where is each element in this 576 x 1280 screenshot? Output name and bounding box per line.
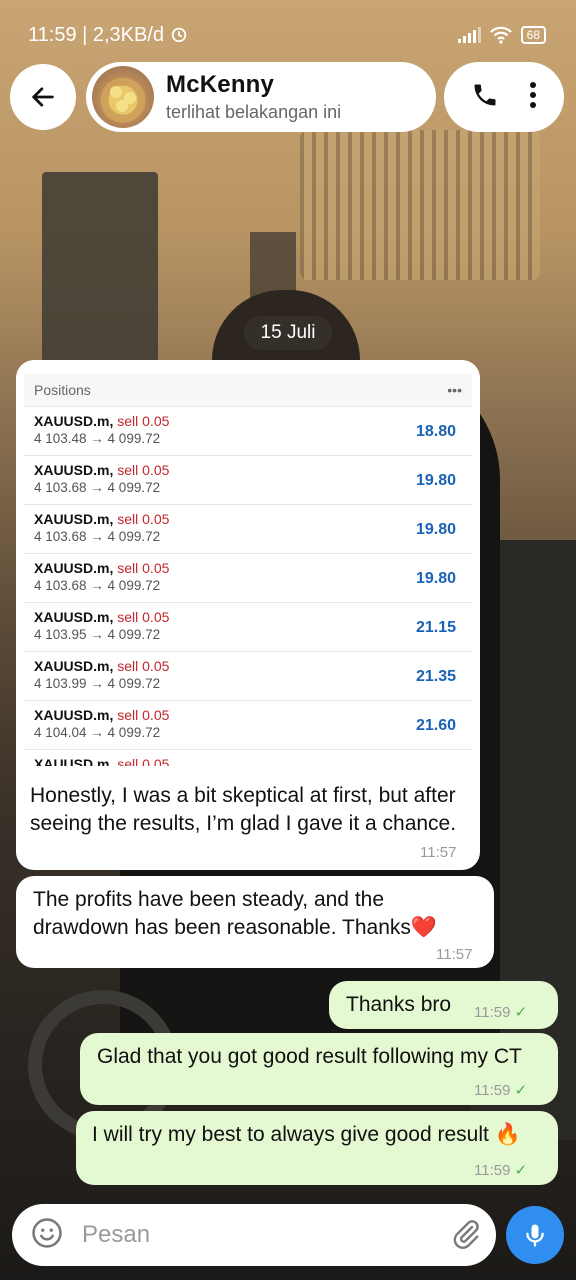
call-button[interactable] xyxy=(471,81,499,114)
position-prices: 4 103.48 → 4 099.72 xyxy=(34,431,161,446)
header-actions xyxy=(444,62,564,132)
message-text: Honestly, I was a bit skeptical at first… xyxy=(30,784,457,835)
position-row: XAUUSD.m, sell 0.05 4 103.48 → 4 099.72 18… xyxy=(24,406,472,455)
date-separator: 15 Juli xyxy=(244,316,332,350)
position-profit: 19.80 xyxy=(415,472,456,489)
message-time: 11:57 xyxy=(436,946,473,963)
position-symbol: XAUUSD.m, sell 0.05 xyxy=(34,658,170,674)
incoming-message[interactable]: Positions ••• XAUUSD.m, sell 0.05 4 103.4… xyxy=(16,360,480,870)
position-profit: 19.80 xyxy=(415,521,456,538)
position-profit: 19.80 xyxy=(415,570,456,587)
position-profit: 21.35 xyxy=(415,668,456,685)
position-prices: 4 103.95 → 4 099.72 xyxy=(34,627,161,642)
position-symbol: XAUUSD.m, sell 0.05 xyxy=(34,413,170,429)
position-side: sell 0.05 xyxy=(117,756,170,766)
position-prices: 4 103.99 → 4 099.72 xyxy=(34,676,161,691)
message-input[interactable] xyxy=(82,1221,450,1249)
contact-name: McKenny xyxy=(166,71,275,98)
positions-screenshot[interactable]: Positions ••• XAUUSD.m, sell 0.05 4 103.4… xyxy=(24,374,472,766)
message-time: 11:59 ✓ xyxy=(474,1004,528,1021)
position-symbol: XAUUSD.m, sell 0.05 xyxy=(34,707,170,723)
attach-button[interactable] xyxy=(450,1217,482,1254)
message-time: 11:57 xyxy=(420,844,457,861)
position-row: XAUUSD.m, sell 0.05 4 103.68 → 4 099.72 19… xyxy=(24,455,472,504)
position-side: sell 0.05 xyxy=(117,462,170,478)
message-composer xyxy=(12,1204,496,1266)
battery-indicator: 68 xyxy=(520,26,546,44)
message-time: 11:59 ✓ xyxy=(474,1082,528,1099)
incoming-message[interactable]: The profits have been steady, and the dr… xyxy=(16,876,494,968)
status-bar: 11:59 | 2,3KB/d 68 xyxy=(0,0,576,70)
wifi-icon xyxy=(489,26,512,44)
message-time: 11:59 ✓ xyxy=(474,1162,528,1179)
contact-header[interactable]: McKenny terlihat belakangan ini xyxy=(86,62,436,132)
position-symbol: XAUUSD.m, sell 0.05 xyxy=(34,462,170,478)
position-row: XAUUSD.m, sell 0.05 4 103.68 → 4 099.72 19… xyxy=(24,504,472,553)
back-button[interactable] xyxy=(10,64,76,130)
position-side: sell 0.05 xyxy=(117,609,170,625)
emoji-button[interactable] xyxy=(30,1216,64,1255)
message-text: The profits have been steady, and the dr… xyxy=(33,888,438,939)
sent-check-icon: ✓ xyxy=(514,1162,528,1179)
emoji-icon xyxy=(32,1217,62,1248)
position-profit: 21.15 xyxy=(415,619,456,636)
message-text: I will try my best to always give good r… xyxy=(92,1123,521,1146)
outgoing-message[interactable]: I will try my best to always give good r… xyxy=(76,1111,558,1185)
signal-icon xyxy=(457,27,481,43)
position-row: XAUUSD.m, sell 0.05 4 103.99 → 4 099.72 21… xyxy=(24,651,472,700)
position-side: sell 0.05 xyxy=(117,707,170,723)
positions-menu-icon: ••• xyxy=(447,382,462,398)
alarm-icon xyxy=(171,27,186,43)
position-row: XAUUSD.m, sell 0.05 xyxy=(24,749,472,766)
position-prices: 4 103.68 → 4 099.72 xyxy=(34,480,161,495)
position-row: XAUUSD.m, sell 0.05 4 104.04 → 4 099.72 21… xyxy=(24,700,472,749)
position-side: sell 0.05 xyxy=(117,658,170,674)
mic-icon xyxy=(526,1224,544,1247)
position-row: XAUUSD.m, sell 0.05 4 103.95 → 4 099.72 21… xyxy=(24,602,472,651)
more-vert-icon xyxy=(529,81,536,108)
outgoing-message[interactable]: Glad that you got good result following … xyxy=(80,1033,558,1105)
more-options-button[interactable] xyxy=(528,81,538,114)
position-prices: 4 103.68 → 4 099.72 xyxy=(34,578,161,593)
position-side: sell 0.05 xyxy=(117,511,170,527)
position-symbol: XAUUSD.m, sell 0.05 xyxy=(34,756,462,766)
position-side: sell 0.05 xyxy=(117,413,170,429)
position-profit: 18.80 xyxy=(415,423,456,440)
last-seen-status: terlihat belakangan ini xyxy=(166,102,342,122)
status-time: 11:59 | 2,3KB/d xyxy=(28,24,188,47)
sent-check-icon: ✓ xyxy=(514,1082,528,1099)
back-arrow-icon xyxy=(32,87,54,107)
position-row: XAUUSD.m, sell 0.05 4 103.68 → 4 099.72 19… xyxy=(24,553,472,602)
voice-record-button[interactable] xyxy=(506,1206,564,1264)
message-text: Glad that you got good result following … xyxy=(97,1045,522,1068)
outgoing-message[interactable]: Thanks bro 11:59 ✓ xyxy=(329,981,558,1029)
attach-icon xyxy=(453,1219,479,1249)
position-symbol: XAUUSD.m, sell 0.05 xyxy=(34,511,170,527)
position-profit: 21.60 xyxy=(415,717,456,734)
position-side: sell 0.05 xyxy=(117,560,170,576)
positions-title: Positions xyxy=(34,382,91,398)
position-prices: 4 104.04 → 4 099.72 xyxy=(34,725,161,740)
message-text: Thanks bro xyxy=(346,993,452,1016)
phone-icon xyxy=(474,84,495,105)
sent-check-icon: ✓ xyxy=(514,1004,528,1021)
position-symbol: XAUUSD.m, sell 0.05 xyxy=(34,560,170,576)
avatar[interactable] xyxy=(92,66,154,128)
position-symbol: XAUUSD.m, sell 0.05 xyxy=(34,609,170,625)
position-prices: 4 103.68 → 4 099.72 xyxy=(34,529,161,544)
